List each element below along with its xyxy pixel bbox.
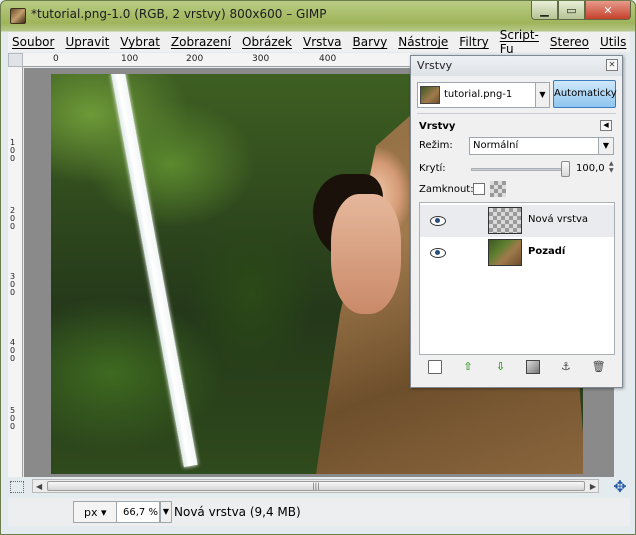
lock-alpha-icon[interactable] [490,181,506,197]
menu-barvy[interactable]: Barvy [353,35,388,49]
mode-select[interactable]: Normální ▼ [469,137,614,155]
ruler-label: 2 0 0 [10,206,16,231]
menu-soubor[interactable]: Soubor [12,35,54,49]
image-thumbnail [420,86,440,104]
layers-dock: Vrstvy ✕ tutorial.png-1 ▼ Automaticky Vr… [410,55,623,388]
scroll-left-icon[interactable]: ◀ [36,482,42,491]
dock-close-icon[interactable]: ✕ [606,59,618,71]
minimize-button[interactable]: ▁ [531,1,558,20]
zoom-dropdown-icon[interactable]: ▼ [160,501,172,523]
image-dropdown-icon[interactable]: ▼ [535,83,549,107]
titlebar[interactable]: *tutorial.png-1.0 (RGB, 2 vrstvy) 800x60… [1,1,635,31]
dock-title: Vrstvy [417,59,453,72]
navigate-icon[interactable]: ✥ [612,479,628,495]
layer-row[interactable]: Pozadí [420,237,614,269]
lower-layer-icon[interactable]: ⇩ [494,360,508,374]
horizontal-scrollbar[interactable]: ◀ ||| ▶ [32,479,599,493]
ruler-label: 4 0 0 [10,338,16,363]
opacity-label: Krytí: [419,163,446,174]
scrollbar-thumb[interactable]: ||| [47,481,585,491]
window-title: *tutorial.png-1.0 (RGB, 2 vrstvy) 800x60… [31,7,327,21]
maximize-button[interactable]: ▭ [558,1,585,20]
divider [417,113,616,114]
tab-menu-icon[interactable]: ◀ [600,120,612,131]
dock-titlebar[interactable]: Vrstvy ✕ [411,56,622,76]
menu-upravit[interactable]: Upravit [65,35,109,49]
ruler-label: 400 [319,54,337,64]
zoom-input[interactable]: 66,7 % [116,501,160,523]
ruler-label: 3 0 0 [10,272,16,297]
raise-layer-icon[interactable]: ⇧ [461,360,475,374]
ruler-label: 300 [252,54,270,64]
window-controls: ▁ ▭ ✕ [531,1,631,20]
ruler-label: 1 0 0 [10,138,16,163]
lock-label: Zamknout: [419,184,474,195]
anchor-layer-icon[interactable]: ⚓ [559,360,573,374]
menu-vrstva[interactable]: Vrstva [303,35,342,49]
quick-mask-toggle-icon[interactable] [10,481,24,493]
layer-toolbar: ⇧ ⇩ ⚓ 🗑 [419,356,615,378]
scroll-right-icon[interactable]: ▶ [590,482,596,491]
auto-button[interactable]: Automaticky [553,80,617,108]
unit-selector[interactable]: px ▾ [73,501,119,523]
status-message: Nová vrstva (9,4 MB) [174,505,301,519]
menu-utils[interactable]: Utils [600,35,626,49]
ruler-horizontal[interactable]: 0 100 200 300 400 [23,53,411,67]
opacity-slider[interactable] [471,168,568,171]
opacity-spin-icon[interactable]: ▲ ▼ [609,160,615,174]
menu-obrazek[interactable]: Obrázek [242,35,292,49]
lock-pixels-checkbox[interactable] [473,183,485,195]
layer-thumbnail [488,207,522,234]
layer-row[interactable]: Nová vrstva [420,205,614,237]
menu-filtry[interactable]: Filtry [459,35,488,49]
ruler-label: 5 0 0 [10,406,16,431]
menu-script-fu[interactable]: Script-Fu [500,28,539,56]
opacity-value[interactable]: 100,0 [576,163,605,174]
layer-name: Nová vrstva [528,214,589,225]
menu-zobrazeni[interactable]: Zobrazení [171,35,231,49]
ruler-label: 200 [186,54,204,64]
ruler-label: 100 [121,54,139,64]
photo-face [331,194,401,314]
mode-label: Režim: [419,140,453,151]
ruler-corner-menu-icon[interactable] [8,53,23,67]
ruler-label: 0 [53,54,59,64]
opacity-slider-handle[interactable] [561,161,570,177]
new-layer-icon[interactable] [428,360,443,374]
layer-thumbnail [488,239,522,266]
menubar: Soubor Upravit Vybrat Zobrazení Obrázek … [8,28,630,56]
unit-value: px [84,506,98,519]
delete-layer-icon[interactable]: 🗑 [592,360,606,374]
mode-dropdown-icon[interactable]: ▼ [598,138,613,154]
menu-vybrat[interactable]: Vybrat [120,35,160,49]
layer-name: Pozadí [528,246,566,257]
image-name: tutorial.png-1 [444,89,513,100]
visibility-eye-icon[interactable] [430,214,446,226]
gimp-app-icon [10,8,26,24]
image-selector[interactable]: tutorial.png-1 ▼ [417,82,550,108]
statusbar: px ▾ 66,7 % ▼ Nová vrstva (9,4 MB) [8,498,630,526]
close-button[interactable]: ✕ [585,1,631,20]
duplicate-layer-icon[interactable] [526,360,541,374]
mode-value: Normální [473,140,519,151]
layer-list: Nová vrstva Pozadí [419,202,615,355]
menu-stereo[interactable]: Stereo [550,35,589,49]
ruler-vertical[interactable]: 1 0 0 2 0 0 3 0 0 4 0 0 5 0 0 [8,67,23,477]
visibility-eye-icon[interactable] [430,246,446,258]
photo-lightsaber [111,74,198,468]
section-title: Vrstvy [419,121,456,132]
menu-nastroje[interactable]: Nástroje [398,35,448,49]
